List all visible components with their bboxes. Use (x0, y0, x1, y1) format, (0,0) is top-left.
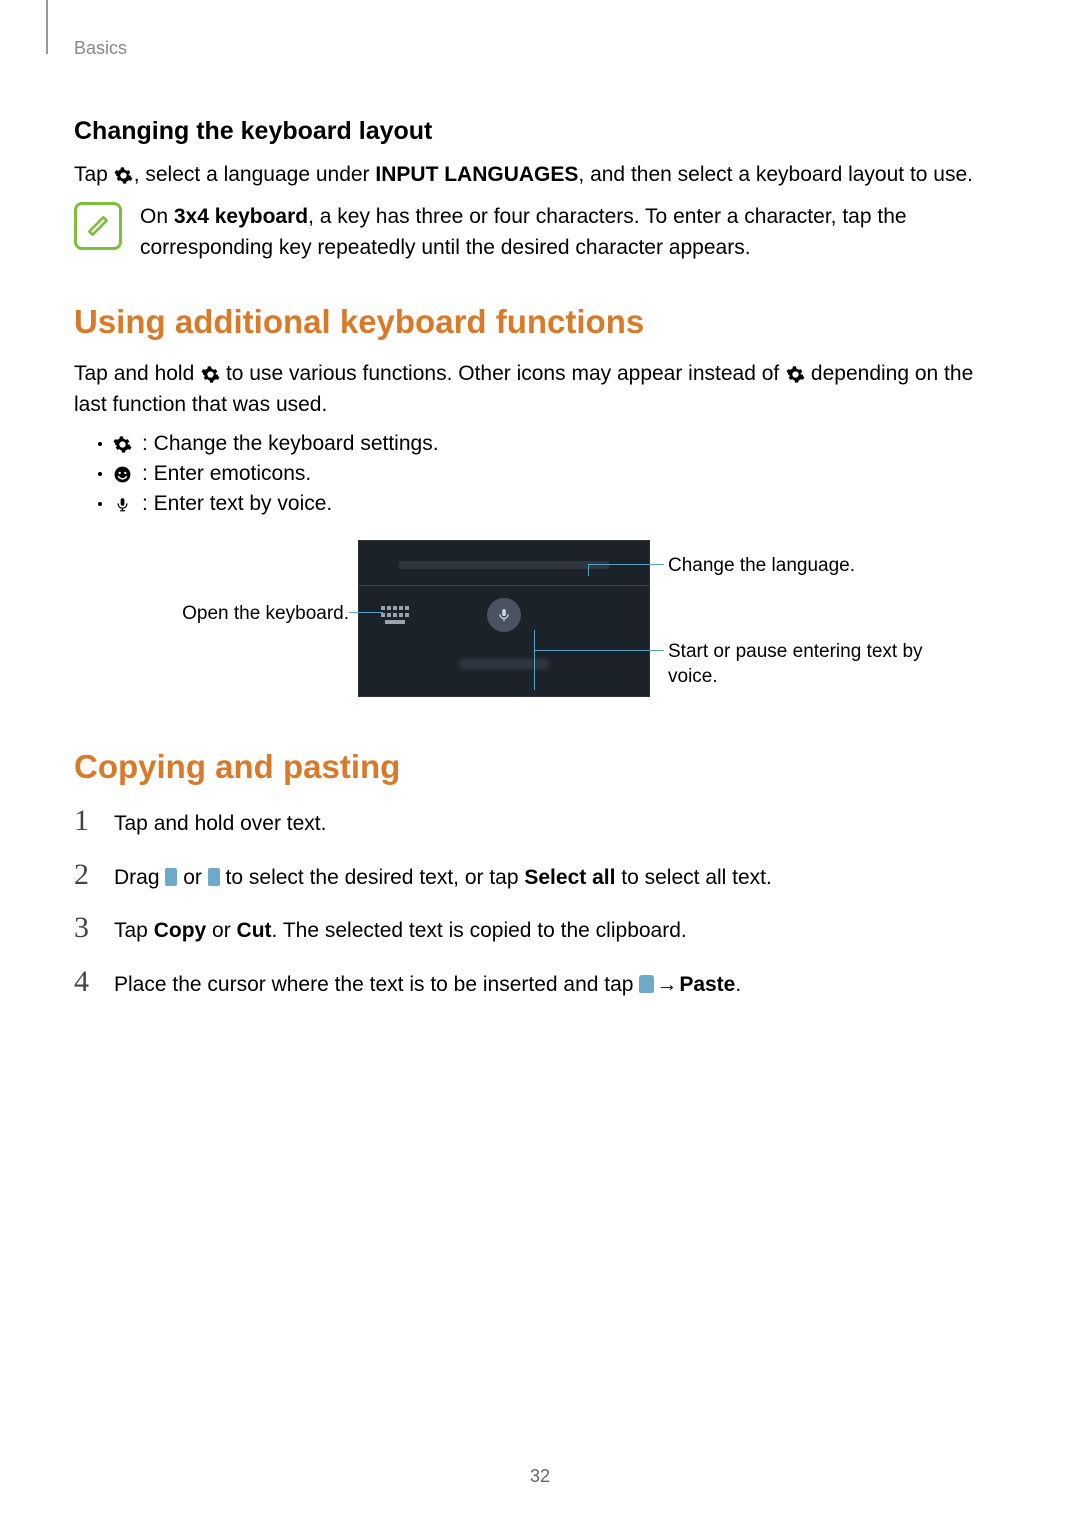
gear-icon (112, 434, 132, 454)
step-number: 3 (74, 911, 96, 945)
text: On (140, 205, 174, 228)
text: . The selected text is copied to the cli… (272, 919, 687, 942)
callout-open-keyboard: Open the keyboard. (174, 602, 349, 627)
panel-blur-text (399, 561, 609, 569)
text: to select all text. (615, 866, 771, 889)
gear-icon (785, 365, 805, 385)
text-select-all: Select all (524, 866, 615, 889)
text-cut: Cut (237, 919, 272, 942)
bullet-dot (98, 442, 102, 446)
note-block: On 3x4 keyboard, a key has three or four… (74, 202, 1006, 263)
text: Drag (114, 866, 165, 889)
step-text: Drag or to select the desired text, or t… (114, 863, 772, 893)
text-3x4-keyboard: 3x4 keyboard (174, 205, 308, 228)
bullet-list: : Change the keyboard settings. : Enter … (74, 432, 1006, 516)
heading-changing-keyboard-layout: Changing the keyboard layout (74, 117, 1006, 146)
bullet-dot (98, 472, 102, 476)
text-copy: Copy (154, 919, 207, 942)
step-4: 4 Place the cursor where the text is to … (74, 965, 1006, 1000)
bullet-settings: : Change the keyboard settings. (74, 432, 1006, 456)
text: to use various functions. Other icons ma… (220, 362, 785, 385)
step-1: 1 Tap and hold over text. (74, 804, 1006, 839)
step-number: 4 (74, 965, 96, 999)
panel-blur-text (459, 659, 549, 669)
step-text: Place the cursor where the text is to be… (114, 970, 741, 1000)
text: , and then select a keyboard layout to u… (578, 163, 973, 186)
text: Tap and hold (74, 362, 200, 385)
lead-line (534, 630, 535, 690)
smiley-icon (112, 464, 132, 484)
callout-start-pause-voice: Start or pause entering text by voice. (668, 640, 968, 689)
page-content: Basics Changing the keyboard layout Tap … (0, 0, 1080, 1000)
selection-handle-left-icon (165, 868, 177, 886)
heading-additional-functions: Using additional keyboard functions (74, 303, 1006, 341)
top-margin-rule (46, 0, 48, 54)
steps-list: 1 Tap and hold over text. 2 Drag or to s… (74, 804, 1006, 1000)
running-header: Basics (74, 38, 1006, 59)
page-number: 32 (0, 1466, 1080, 1487)
text: or (177, 866, 207, 889)
step-number: 2 (74, 858, 96, 892)
text-input-languages: INPUT LANGUAGES (375, 163, 578, 186)
text-paste: Paste (679, 973, 735, 996)
lead-line (588, 564, 589, 576)
voice-input-figure: Open the keyboard. Change the language. … (74, 540, 1006, 700)
lead-line (588, 564, 664, 565)
para-changing-layout: Tap , select a language under INPUT LANG… (74, 160, 1006, 190)
microphone-icon (112, 494, 132, 514)
note-icon (74, 202, 122, 250)
text: : Enter text by voice. (142, 492, 332, 516)
step-text: Tap Copy or Cut. The selected text is co… (114, 916, 687, 946)
arrow-icon: → (656, 970, 677, 1000)
bullet-emoticons: : Enter emoticons. (74, 462, 1006, 486)
step-number: 1 (74, 804, 96, 838)
text: Tap (74, 163, 114, 186)
clipboard-icon (639, 975, 654, 993)
step-3: 3 Tap Copy or Cut. The selected text is … (74, 911, 1006, 946)
callout-change-language: Change the language. (668, 554, 968, 579)
bullet-voice: : Enter text by voice. (74, 492, 1006, 516)
bullet-dot (98, 502, 102, 506)
panel-mid-row (359, 586, 649, 644)
gear-icon (200, 365, 220, 385)
note-text: On 3x4 keyboard, a key has three or four… (140, 202, 1006, 263)
heading-copying-pasting: Copying and pasting (74, 748, 1006, 786)
text: to select the desired text, or tap (220, 866, 525, 889)
lead-line (349, 612, 383, 613)
gear-icon (114, 165, 134, 185)
text: or (206, 919, 236, 942)
selection-handle-right-icon (208, 868, 220, 886)
text: Place the cursor where the text is to be… (114, 973, 639, 996)
text: . (735, 973, 741, 996)
para-additional-intro: Tap and hold to use various functions. O… (74, 359, 1006, 420)
mic-button (487, 598, 521, 632)
text: Tap (114, 919, 154, 942)
text: , select a language under (134, 163, 376, 186)
step-text: Tap and hold over text. (114, 809, 326, 839)
step-2: 2 Drag or to select the desired text, or… (74, 858, 1006, 893)
lead-line (534, 650, 664, 651)
keyboard-icon (381, 606, 409, 624)
text: : Change the keyboard settings. (142, 432, 439, 456)
text: : Enter emoticons. (142, 462, 311, 486)
